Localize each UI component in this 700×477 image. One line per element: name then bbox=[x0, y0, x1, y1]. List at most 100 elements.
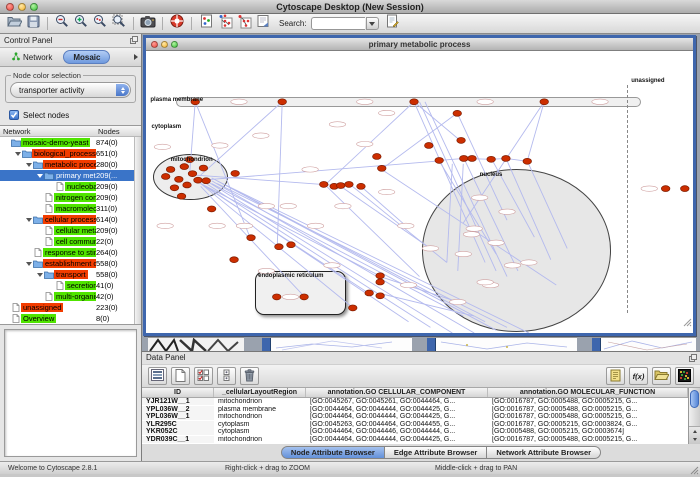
zoom-out-button[interactable] bbox=[53, 15, 71, 33]
network-node[interactable] bbox=[425, 143, 434, 149]
help-button[interactable] bbox=[168, 15, 186, 33]
scroll-up-icon[interactable] bbox=[693, 430, 697, 433]
network-edge[interactable] bbox=[206, 181, 452, 333]
search-dropdown-button[interactable] bbox=[366, 17, 379, 30]
node-color-select[interactable]: transporter activity bbox=[10, 82, 131, 98]
tree-item[interactable]: nucleobase-209(0) bbox=[0, 181, 134, 192]
network-canvas[interactable]: plasma membrane cytoplasm mitochondrion … bbox=[146, 51, 693, 333]
network-edge[interactable] bbox=[506, 158, 551, 260]
tree-item[interactable]: Overview8(0) bbox=[0, 313, 134, 324]
expander-icon[interactable] bbox=[14, 152, 21, 156]
network-node[interactable] bbox=[376, 273, 385, 279]
network-node[interactable] bbox=[348, 305, 357, 311]
zoom-selected-button[interactable] bbox=[91, 15, 109, 33]
table-row[interactable]: YKR052Ccytoplasm[GO:0044464, GO:0044446,… bbox=[142, 428, 688, 436]
network-node[interactable] bbox=[231, 170, 240, 176]
zoom-fit-button[interactable] bbox=[110, 15, 128, 33]
tree-item[interactable]: mosaic-demo-yeast874(0) bbox=[0, 137, 134, 148]
network-node[interactable] bbox=[487, 156, 496, 162]
table-row[interactable]: YPL036W__1mitochondrion[GO:0044464, GO:0… bbox=[142, 413, 688, 421]
select-attributes-button[interactable] bbox=[194, 367, 213, 385]
network-view-titlebar[interactable]: primary metabolic process bbox=[146, 38, 693, 51]
birdseye-overview-panel[interactable] bbox=[4, 329, 137, 457]
zoom-view-button[interactable] bbox=[171, 41, 178, 48]
network-edge[interactable] bbox=[201, 102, 283, 175]
network-node[interactable] bbox=[365, 290, 374, 296]
network-node[interactable] bbox=[177, 193, 186, 199]
table-row[interactable]: YJR121W__1mitochondrion[GO:0045267, GO:0… bbox=[142, 398, 688, 406]
background-window-fragment[interactable] bbox=[262, 337, 412, 351]
tree-item[interactable]: cellular process614(0) bbox=[0, 214, 134, 225]
close-window-button[interactable] bbox=[6, 3, 14, 11]
search-input[interactable] bbox=[311, 17, 365, 30]
float-panel-icon[interactable] bbox=[130, 36, 138, 46]
zoom-window-button[interactable] bbox=[30, 3, 38, 11]
network-node[interactable] bbox=[275, 244, 284, 250]
function-builder-button[interactable]: f(x) bbox=[629, 367, 648, 385]
network-node[interactable] bbox=[170, 185, 179, 191]
select-nodes-checkbox[interactable] bbox=[9, 110, 19, 120]
network-edge[interactable] bbox=[463, 102, 544, 223]
tree-item[interactable]: cell communicat22(0) bbox=[0, 236, 134, 247]
expander-icon[interactable] bbox=[25, 262, 32, 266]
table-column-header[interactable]: _cellularLayoutRegion bbox=[214, 388, 306, 397]
app-resize-grip[interactable] bbox=[689, 465, 699, 473]
network-node[interactable] bbox=[175, 176, 184, 182]
network-node[interactable] bbox=[278, 99, 287, 105]
network-node[interactable] bbox=[540, 99, 549, 105]
import-attributes-button[interactable] bbox=[652, 367, 671, 385]
network-node[interactable] bbox=[357, 183, 366, 189]
expander-icon[interactable] bbox=[36, 174, 43, 178]
network-node[interactable] bbox=[194, 177, 203, 183]
network-edge[interactable] bbox=[414, 102, 485, 263]
network-edge[interactable] bbox=[491, 158, 534, 237]
table-column-header[interactable]: annotation.GO CELLULAR_COMPONENT bbox=[306, 388, 488, 397]
tree-item[interactable]: response to stimulu264(0) bbox=[0, 247, 134, 258]
network-node[interactable] bbox=[336, 183, 345, 189]
table-row[interactable]: YDR039C__1mitochondrion[GO:0044464, GO:0… bbox=[142, 436, 688, 444]
unselect-attributes-button[interactable] bbox=[217, 367, 236, 385]
network-node[interactable] bbox=[183, 182, 192, 188]
network-node[interactable] bbox=[661, 186, 670, 192]
tab-mosaic[interactable]: Mosaic bbox=[63, 50, 110, 64]
float-panel-icon[interactable] bbox=[689, 354, 697, 364]
network-node[interactable] bbox=[207, 206, 216, 212]
network-node[interactable] bbox=[502, 155, 511, 161]
network-edge[interactable] bbox=[217, 181, 485, 322]
network-node[interactable] bbox=[247, 235, 256, 241]
table-row[interactable]: YLR295Ccytoplasm[GO:0045263, GO:0044464,… bbox=[142, 421, 688, 429]
tree-item[interactable]: transport558(0) bbox=[0, 269, 134, 280]
network-node[interactable] bbox=[376, 279, 385, 285]
network-node[interactable] bbox=[681, 186, 690, 192]
minimize-window-button[interactable] bbox=[18, 3, 26, 11]
network-node[interactable] bbox=[460, 155, 469, 161]
tree-scrollbar[interactable] bbox=[134, 137, 141, 324]
new-attribute-button[interactable] bbox=[384, 15, 402, 33]
tab-scroll-right-button[interactable] bbox=[134, 54, 138, 60]
merge-networks-button-2[interactable] bbox=[235, 15, 253, 33]
tab-edge-attribute-browser[interactable]: Edge Attribute Browser bbox=[385, 446, 487, 459]
attribute-table-button[interactable] bbox=[148, 367, 167, 385]
table-scrollbar[interactable] bbox=[688, 388, 700, 444]
table-column-header[interactable]: ID bbox=[142, 388, 214, 397]
scroll-down-icon[interactable] bbox=[693, 438, 697, 441]
zoom-in-button[interactable] bbox=[72, 15, 90, 33]
network-node[interactable] bbox=[376, 293, 385, 299]
annotation-button[interactable] bbox=[197, 15, 215, 33]
tree-item[interactable]: cellular metabol209(0) bbox=[0, 225, 134, 236]
close-view-button[interactable] bbox=[151, 41, 158, 48]
network-node[interactable] bbox=[345, 181, 354, 187]
network-node[interactable] bbox=[202, 178, 211, 184]
background-window-fragment[interactable] bbox=[592, 337, 696, 351]
new-attribute-document-button[interactable] bbox=[171, 367, 190, 385]
network-node[interactable] bbox=[300, 294, 309, 300]
merge-networks-button-1[interactable] bbox=[216, 15, 234, 33]
window-resize-grip[interactable] bbox=[683, 314, 692, 332]
tree-item[interactable]: primary metabo209(... bbox=[0, 170, 134, 181]
network-node[interactable] bbox=[320, 181, 329, 187]
table-column-header[interactable]: annotation.GO MOLECULAR_FUNCTION bbox=[488, 388, 688, 397]
attribute-list-button[interactable] bbox=[606, 367, 625, 385]
scrollbar-thumb[interactable] bbox=[690, 390, 699, 408]
network-edge[interactable] bbox=[457, 113, 507, 220]
expander-icon[interactable] bbox=[36, 273, 43, 277]
